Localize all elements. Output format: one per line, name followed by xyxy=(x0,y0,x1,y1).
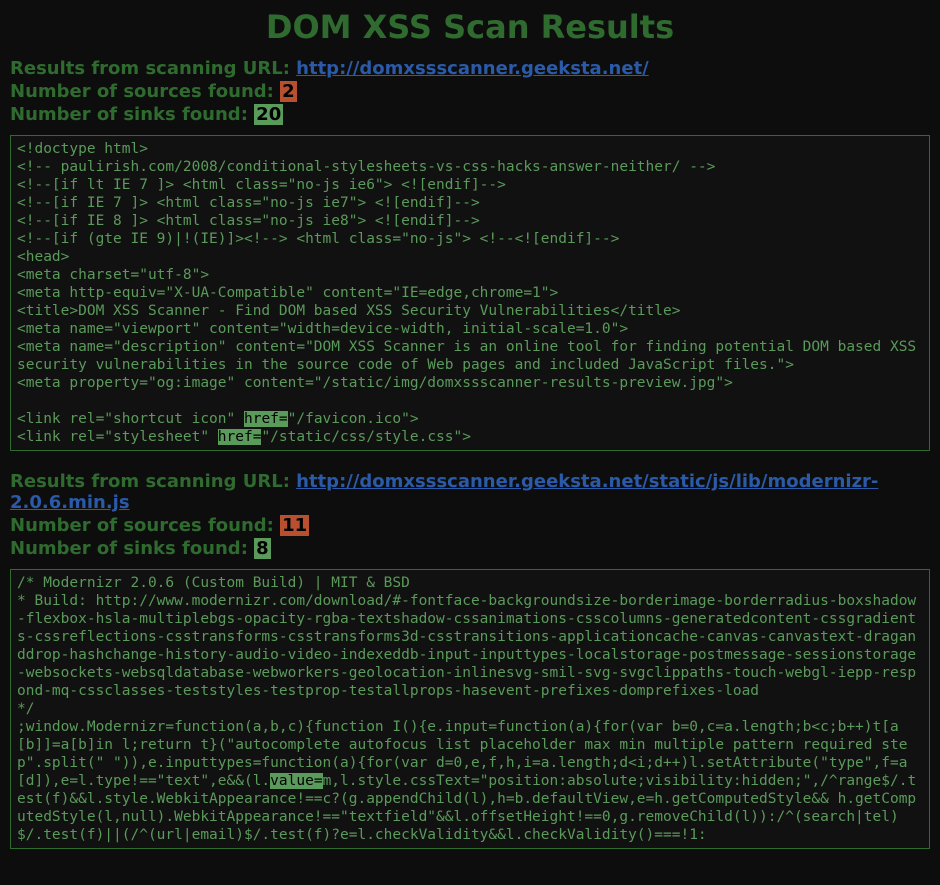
sinks-count: 8 xyxy=(254,538,271,559)
sinks-count: 20 xyxy=(254,104,283,125)
sink-highlight: href= xyxy=(218,429,262,445)
scan-url-line: Results from scanning URL: http://domxss… xyxy=(10,471,930,513)
source-code-block: <!doctype html> <!-- paulirish.com/2008/… xyxy=(10,135,930,451)
page-title: DOM XSS Scan Results xyxy=(10,8,930,46)
sources-count: 11 xyxy=(280,515,309,536)
sink-highlight: value= xyxy=(270,773,322,789)
sources-found-line: Number of sources found: 11 xyxy=(10,515,930,536)
sources-found-line: Number of sources found: 2 xyxy=(10,81,930,102)
scanned-url-link[interactable]: http://domxssscanner.geeksta.net/static/… xyxy=(10,471,878,513)
scan-url-line: Results from scanning URL: http://domxss… xyxy=(10,58,930,79)
source-code-block: /* Modernizr 2.0.6 (Custom Build) | MIT … xyxy=(10,569,930,849)
sources-count: 2 xyxy=(280,81,297,102)
scanned-url-link[interactable]: http://domxssscanner.geeksta.net/ xyxy=(296,58,649,79)
sink-highlight: href= xyxy=(244,411,288,427)
sinks-found-line: Number of sinks found: 20 xyxy=(10,104,930,125)
sinks-found-line: Number of sinks found: 8 xyxy=(10,538,930,559)
